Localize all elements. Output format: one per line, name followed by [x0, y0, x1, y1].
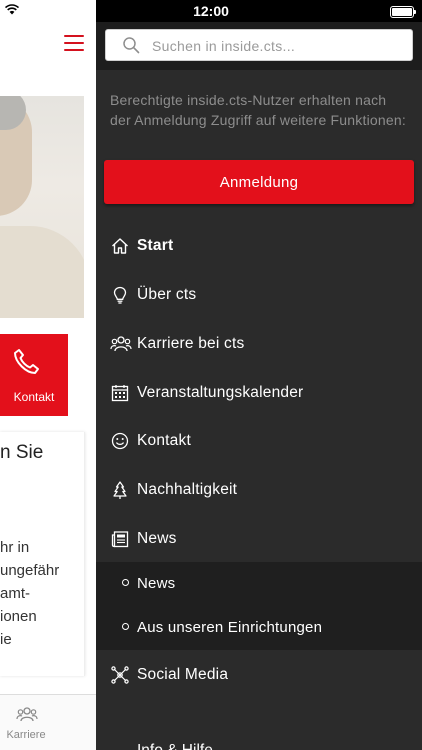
network-icon: [110, 665, 130, 685]
nav-item-ueber-cts[interactable]: Über cts: [96, 273, 422, 317]
phone-icon: [10, 346, 42, 378]
newspaper-icon: [110, 529, 130, 549]
lightbulb-icon: [110, 285, 130, 305]
login-button[interactable]: Anmeldung: [104, 160, 414, 204]
search-icon: [122, 36, 140, 54]
search-input[interactable]: [150, 35, 404, 57]
bullet-icon: [122, 579, 129, 586]
nav-item-label: Veranstaltungskalender: [137, 384, 304, 401]
home-icon: [110, 236, 130, 256]
calendar-icon: [110, 383, 130, 403]
nav-item-karriere[interactable]: Karriere bei cts: [96, 322, 422, 366]
search-box[interactable]: [105, 29, 413, 61]
people-icon: [16, 705, 38, 723]
wifi-icon: [4, 3, 20, 15]
nav-item-label: Über cts: [137, 286, 197, 303]
nav-item-label: Karriere bei cts: [137, 335, 245, 352]
tree-icon: [110, 480, 130, 500]
sub-item-aus-unseren-einrichtungen[interactable]: Aus unseren Einrichtungen: [96, 606, 422, 650]
hero-photo: [0, 96, 84, 318]
nav-item-nachhaltigkeit[interactable]: Nachhaltigkeit: [96, 468, 422, 512]
sub-item-news[interactable]: News: [96, 562, 422, 606]
nav-item-label: News: [137, 530, 177, 547]
nav-item-label: Social Media: [137, 666, 229, 683]
search-bar: [96, 22, 422, 70]
nav-item-start[interactable]: Start: [96, 224, 422, 268]
status-bar: 12:00: [96, 0, 422, 22]
nav-item-label: Kontakt: [137, 432, 191, 449]
background-page: Kontakt n Sie hr in ungefähr amt- ionen …: [0, 0, 96, 750]
nav-item-label: Start: [137, 237, 174, 254]
tab-karriere[interactable]: Karriere: [0, 694, 96, 750]
nav-item-news[interactable]: News: [96, 517, 422, 561]
contact-tile[interactable]: Kontakt: [0, 334, 68, 416]
nav-item-veranstaltungskalender[interactable]: Veranstaltungskalender: [96, 371, 422, 415]
battery-icon: [390, 6, 416, 18]
sub-item-label: Aus unseren Einrichtungen: [137, 619, 323, 636]
contact-tile-label: Kontakt: [13, 390, 55, 404]
nav-item-social-media[interactable]: Social Media: [96, 653, 422, 697]
card-heading: n Sie: [0, 442, 44, 463]
app-header: [0, 0, 96, 84]
login-info-text: Berechtigte inside.cts-Nutzer erhalten n…: [110, 92, 406, 128]
people-icon: [110, 334, 132, 354]
nav-item-label: Info & Hilfe: [137, 742, 213, 750]
navigation-drawer: 12:00 Berechtigte inside.cts-Nutzer erha…: [96, 0, 422, 750]
news-submenu: News Aus unseren Einrichtungen: [96, 562, 422, 650]
smiley-icon: [110, 431, 130, 451]
status-time: 12:00: [193, 3, 229, 19]
hamburger-menu-icon[interactable]: [64, 35, 84, 51]
sub-item-label: News: [137, 575, 176, 592]
bullet-icon: [122, 623, 129, 630]
nav-item-label: Nachhaltigkeit: [137, 481, 238, 498]
nav-item-info-hilfe[interactable]: Info & Hilfe: [96, 740, 422, 750]
nav-item-kontakt[interactable]: Kontakt: [96, 419, 422, 463]
card-body: hr in ungefähr amt- ionen ie: [0, 539, 60, 648]
tab-karriere-label: Karriere: [6, 729, 46, 741]
content-card: n Sie hr in ungefähr amt- ionen ie: [0, 432, 85, 676]
